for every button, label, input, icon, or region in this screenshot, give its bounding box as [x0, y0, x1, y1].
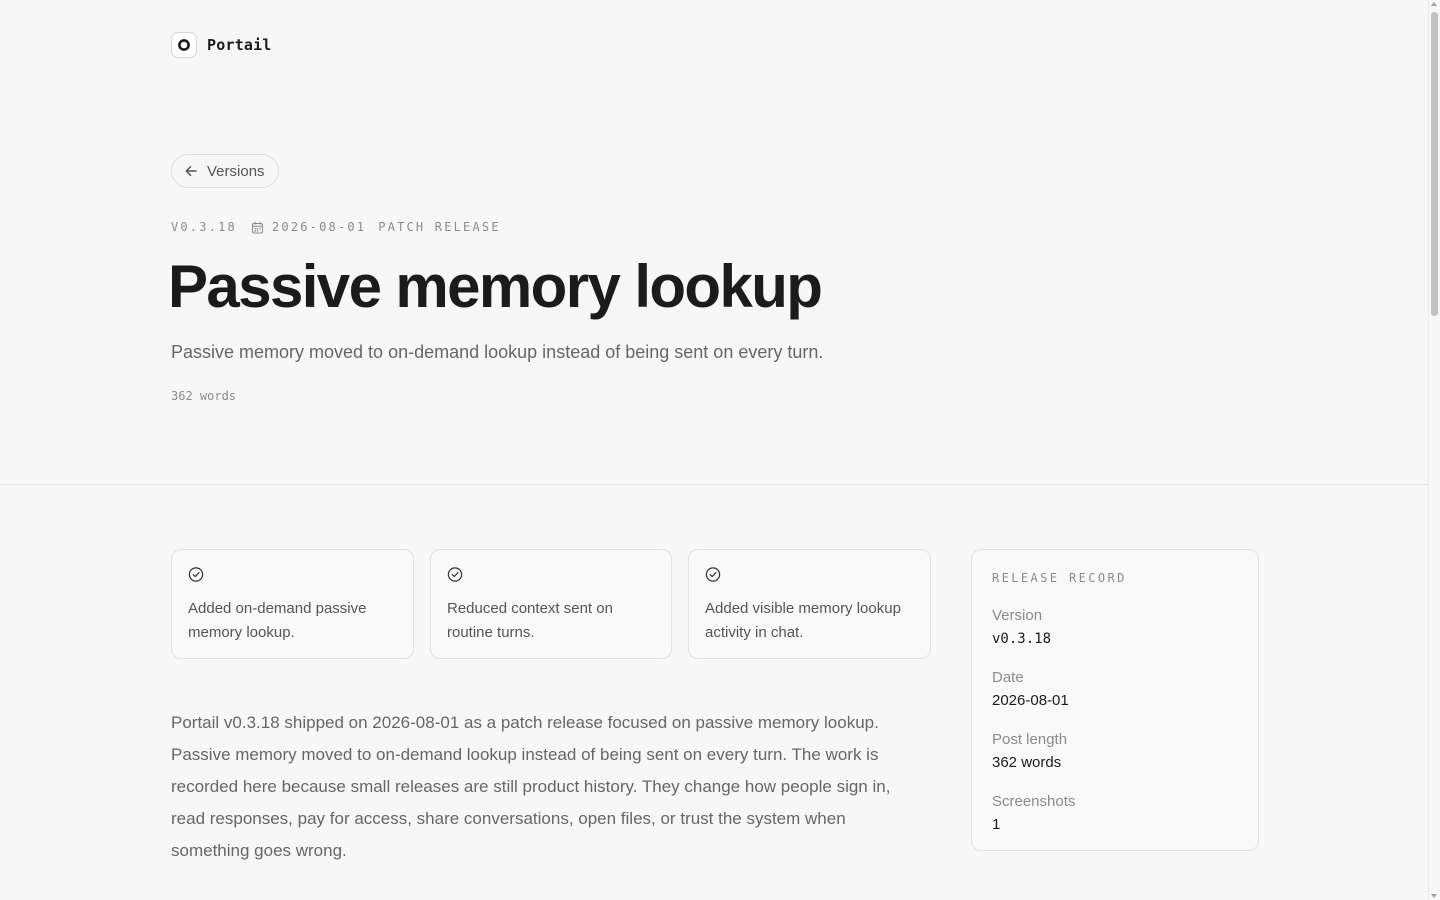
record-row-date: Date 2026-08-01 — [992, 669, 1238, 711]
brand-name: Portail — [207, 36, 272, 54]
highlight-text: Added visible memory lookup activity in … — [705, 600, 901, 641]
record-row-post-length: Post length 362 words — [992, 731, 1238, 773]
highlight-card: Added on-demand passive memory lookup. — [171, 549, 414, 659]
record-value: 2026-08-01 — [992, 692, 1069, 709]
brand-link[interactable]: Portail — [171, 32, 272, 58]
record-label: Screenshots — [992, 793, 1076, 810]
release-record-panel: RELEASE RECORD Version v0.3.18 Date 2026… — [971, 549, 1259, 851]
record-label: Post length — [992, 731, 1068, 748]
record-label: Version — [992, 607, 1043, 624]
record-value: 1 — [992, 816, 1001, 833]
record-row-version: Version v0.3.18 — [992, 607, 1238, 649]
release-meta: V0.3.18 2026-08-01 PATCH RELEASE — [171, 220, 501, 234]
record-value: v0.3.18 — [992, 631, 1052, 647]
record-label: Date — [992, 669, 1024, 686]
page-scrollbar[interactable] — [1428, 0, 1440, 900]
release-type: PATCH RELEASE — [378, 220, 501, 234]
back-to-versions-button[interactable]: Versions — [171, 154, 279, 188]
version-tag: V0.3.18 — [171, 220, 237, 234]
record-row-screenshots: Screenshots 1 — [992, 793, 1238, 835]
record-value: 362 words — [992, 754, 1062, 771]
highlight-text: Reduced context sent on routine turns. — [447, 600, 613, 641]
word-count: 362 words — [171, 389, 237, 403]
highlight-card: Reduced context sent on routine turns. — [430, 549, 672, 659]
scroll-up-arrow-icon[interactable] — [1431, 2, 1437, 6]
check-circle-icon — [447, 567, 463, 582]
scrollbar-thumb[interactable] — [1431, 12, 1438, 316]
section-divider — [0, 484, 1430, 485]
highlight-card: Added visible memory lookup activity in … — [688, 549, 931, 659]
release-summary: Passive memory moved to on-demand lookup… — [171, 342, 824, 362]
back-button-label: Versions — [207, 162, 265, 180]
check-circle-icon — [188, 567, 204, 582]
highlight-text: Added on-demand passive memory lookup. — [188, 600, 367, 641]
release-date: 2026-08-01 — [271, 220, 367, 234]
check-circle-icon — [705, 567, 721, 582]
scroll-down-arrow-icon[interactable] — [1431, 894, 1437, 898]
calendar-icon — [251, 221, 264, 234]
release-record-heading: RELEASE RECORD — [992, 571, 1127, 585]
page-title: Passive memory lookup — [168, 253, 823, 320]
release-body-paragraph: Portail v0.3.18 shipped on 2026-08-01 as… — [171, 713, 891, 860]
portail-logo-icon — [171, 32, 197, 58]
arrow-left-icon — [185, 166, 197, 176]
